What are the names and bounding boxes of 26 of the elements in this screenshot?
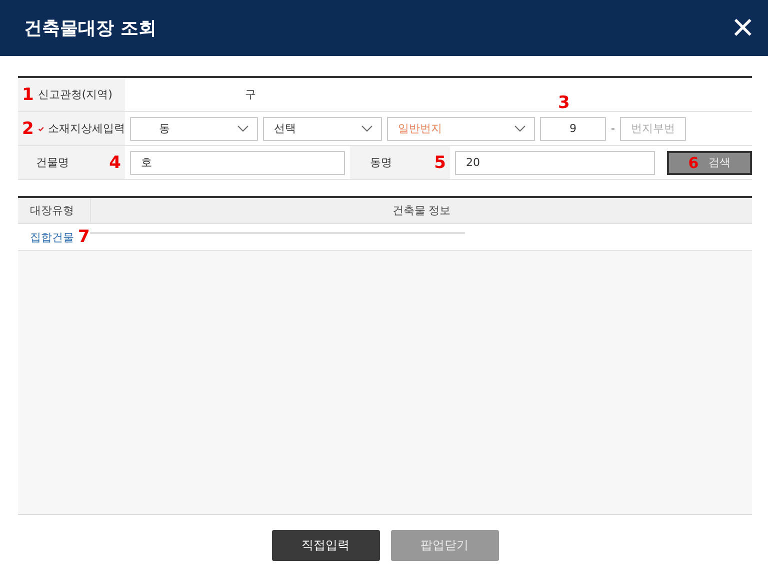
- annotation-number: 4: [109, 152, 121, 172]
- annotation-number: 7: [78, 227, 90, 247]
- column-header: 대장유형: [18, 198, 91, 223]
- annotation-number: 3: [558, 92, 570, 112]
- chevron-down-icon: [237, 124, 249, 132]
- field-label: 동명: [370, 155, 392, 170]
- input-field[interactable]: 9: [540, 116, 606, 140]
- chevron-down-icon: [361, 124, 373, 132]
- annotation-number: 2: [22, 118, 34, 138]
- window-title: 건축물대장 조회: [24, 17, 156, 40]
- field-value: 구: [245, 87, 256, 102]
- field-label: 신고관청(지역): [38, 87, 112, 102]
- field-label: 소재지상세입력: [48, 121, 125, 136]
- annotation-number: 1: [22, 84, 34, 104]
- chevron-down-icon: [514, 124, 526, 132]
- table-link[interactable]: 집합건물: [18, 230, 74, 244]
- close-button[interactable]: ×: [732, 9, 754, 47]
- annotation-number: 5: [434, 152, 446, 172]
- input-field[interactable]: 20: [455, 150, 655, 174]
- column-header: 건축물 정보: [391, 203, 452, 219]
- field-label: 건물명: [36, 155, 69, 170]
- dropdown[interactable]: 동: [130, 116, 258, 140]
- dropdown[interactable]: 선택: [263, 116, 382, 140]
- input-field[interactable]: 호: [130, 150, 345, 174]
- direct-input-button[interactable]: 직접입력: [272, 530, 380, 561]
- dash-text: -: [611, 122, 615, 135]
